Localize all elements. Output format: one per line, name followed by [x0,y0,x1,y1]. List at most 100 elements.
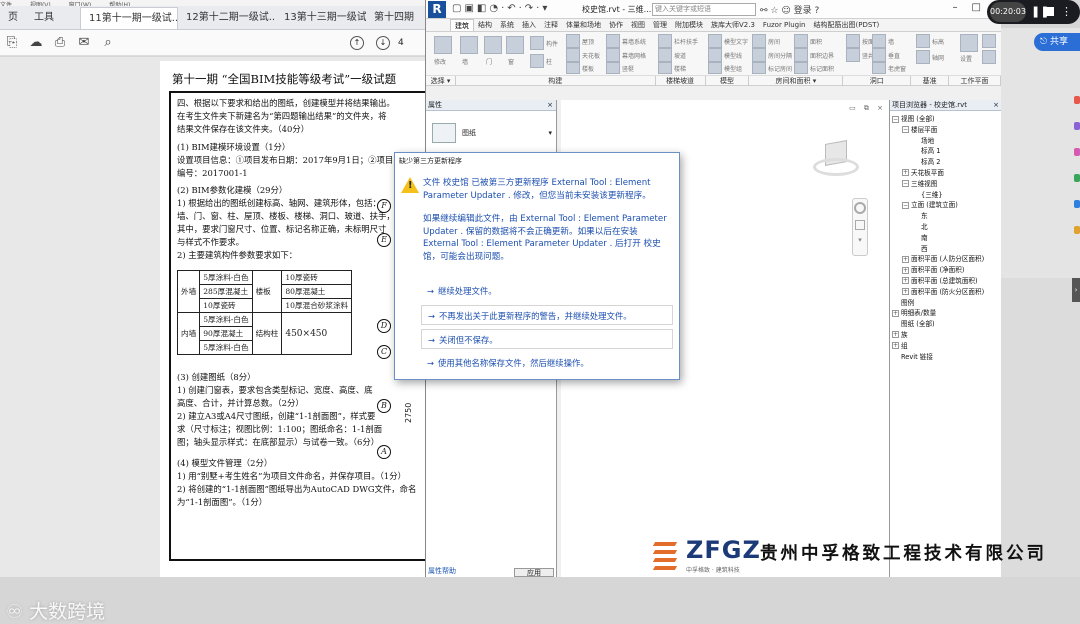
ref-plane-icon[interactable] [982,50,996,64]
area-icon[interactable] [794,34,808,48]
type-selector[interactable]: 图纸 ▾ [432,120,552,146]
ceiling-tool-icon[interactable] [566,48,580,62]
stop-icon[interactable] [1045,7,1054,16]
revit-logo[interactable]: R [428,1,446,18]
mullion-icon[interactable] [606,62,620,74]
close-icon[interactable]: × [547,100,553,111]
model-group-icon[interactable] [708,62,722,74]
railing-icon[interactable] [658,34,672,48]
ribbon-tab[interactable]: 视图 [627,19,649,31]
side-tool-icon[interactable] [1074,174,1080,182]
floor-tool-icon[interactable] [566,62,580,74]
option-continue[interactable]: → 继续处理文件。 [421,281,673,301]
component-tool-icon[interactable] [530,36,544,50]
room-separator-icon[interactable] [752,48,766,62]
close-icon[interactable]: × [993,100,999,111]
shaft-icon[interactable] [846,48,860,62]
room-icon[interactable] [752,34,766,48]
user-icon[interactable]: ☺ [781,6,790,16]
pdf-tab-doc-12[interactable]: 12第十二期一级试... [178,7,276,29]
viewcube[interactable] [811,140,861,180]
wall-opening-icon[interactable] [872,34,886,48]
tree-item[interactable]: + 面积平面 (人防分区面积) [892,254,984,265]
tree-toggle-icon[interactable]: + [902,266,909,274]
page-down-icon[interactable]: ↓ [376,35,390,50]
more-icon[interactable]: ⋮ [1061,0,1072,24]
tree-item[interactable]: − 楼层平面 [892,125,984,136]
side-tool-icon[interactable] [1074,122,1080,130]
tree-toggle-icon[interactable]: + [902,255,909,263]
stair-icon[interactable] [658,62,672,74]
mail-icon[interactable]: ✉ [72,35,96,50]
login-link[interactable]: 登录 [794,6,812,16]
window-tool-icon[interactable] [506,36,524,54]
tree-item[interactable]: Revit 链接 [892,352,984,363]
page-up-icon[interactable]: ↑ [350,35,364,50]
ribbon-tab-app[interactable] [426,19,450,31]
tree-item[interactable]: + 面积平面 (净面积) [892,265,984,276]
tree-item[interactable]: − 视图 (全部) [892,114,984,125]
ribbon-tab[interactable]: 系统 [496,19,518,31]
binoculars-icon[interactable]: ⚯ [760,6,768,16]
ramp-icon[interactable] [658,48,672,62]
tree-item[interactable]: + 面积平面 (防火分区面积) [892,287,984,298]
cloud-upload-icon[interactable]: ☁ [24,35,48,50]
side-tool-icon[interactable] [1074,96,1080,104]
tree-item[interactable]: {三维} [892,190,984,201]
tree-item[interactable]: 北 [892,222,984,233]
wall-tool-icon[interactable] [460,36,478,54]
show-work-plane-icon[interactable] [982,34,996,48]
tree-toggle-icon[interactable]: + [902,169,909,177]
viewcube-compass[interactable] [813,158,859,176]
ribbon-tab[interactable]: 族库大师V2.3 [707,19,759,31]
pdf-viewer[interactable]: 第十一期 “全国BIM技能等级考试”一级试题 四、根据以下要求和给出的图纸，创建… [0,57,425,623]
tree-toggle-icon[interactable]: − [902,180,909,188]
ribbon-group[interactable]: 选择 ▾ [426,76,456,86]
ribbon-tab[interactable]: 结构配筋出图(PDST) [810,19,884,31]
print-icon[interactable]: ⎙ [48,35,72,50]
search-icon[interactable]: ⌕ [96,35,120,50]
tree-item[interactable]: 场地 [892,136,984,147]
by-face-icon[interactable] [846,34,860,48]
tag-room-icon[interactable] [752,62,766,74]
tree-item[interactable]: − 三维视图 [892,179,984,190]
tree-item[interactable]: 标高 2 [892,157,984,168]
share-button[interactable]: ⎋ 共享 [1034,33,1080,51]
revit-search-input[interactable] [652,3,756,16]
tree-item[interactable]: + 族 [892,330,984,341]
tree-item[interactable]: 标高 1 [892,146,984,157]
curtain-grid-icon[interactable] [606,48,620,62]
tree-toggle-icon[interactable]: + [902,277,909,285]
ribbon-tab[interactable]: 附加模块 [671,19,707,31]
door-tool-icon[interactable] [484,36,502,54]
column-tool-icon[interactable] [530,54,544,68]
side-tool-icon[interactable] [1074,148,1080,156]
ribbon-tab[interactable]: 体量和场地 [562,19,605,31]
vertical-opening-icon[interactable] [872,48,886,62]
star-icon[interactable]: ☆ [770,6,778,16]
tag-area-icon[interactable] [794,62,808,74]
navigation-bar[interactable]: ▾ [852,198,868,256]
pdf-tab-doc-11[interactable]: 11第十一期一级试...× [80,6,178,29]
option-dont-warn-continue[interactable]: → 不再发出关于此更新程序的警告，并继续处理文件。 [421,305,673,325]
tree-toggle-icon[interactable]: + [902,288,909,296]
ribbon-tab[interactable]: 插入 [518,19,540,31]
roof-tool-icon[interactable] [566,34,580,48]
pdf-tab-doc-14[interactable]: 第十四期 [366,7,416,29]
help-icon[interactable]: ? [815,6,820,16]
grid-icon[interactable] [916,50,930,64]
ribbon-tab[interactable]: 协作 [605,19,627,31]
view-window-controls[interactable]: ▭ ⧉ × [849,104,886,113]
model-text-icon[interactable] [708,34,722,48]
pdf-tab-tools[interactable]: 工具 [26,7,80,29]
work-plane-set-icon[interactable] [960,34,978,52]
tree-toggle-icon[interactable]: − [902,201,909,209]
ribbon-tab[interactable]: 管理 [649,19,671,31]
level-icon[interactable] [916,34,930,48]
page-number[interactable]: 4 [398,38,404,48]
curtain-system-icon[interactable] [606,34,620,48]
tree-toggle-icon[interactable]: + [892,342,899,350]
pdf-tab-doc-13[interactable]: 13第十三期一级试... [276,7,366,29]
tree-item[interactable]: + 组 [892,341,984,352]
option-save-as-continue[interactable]: → 使用其他名称保存文件，然后继续操作。 [421,353,673,373]
